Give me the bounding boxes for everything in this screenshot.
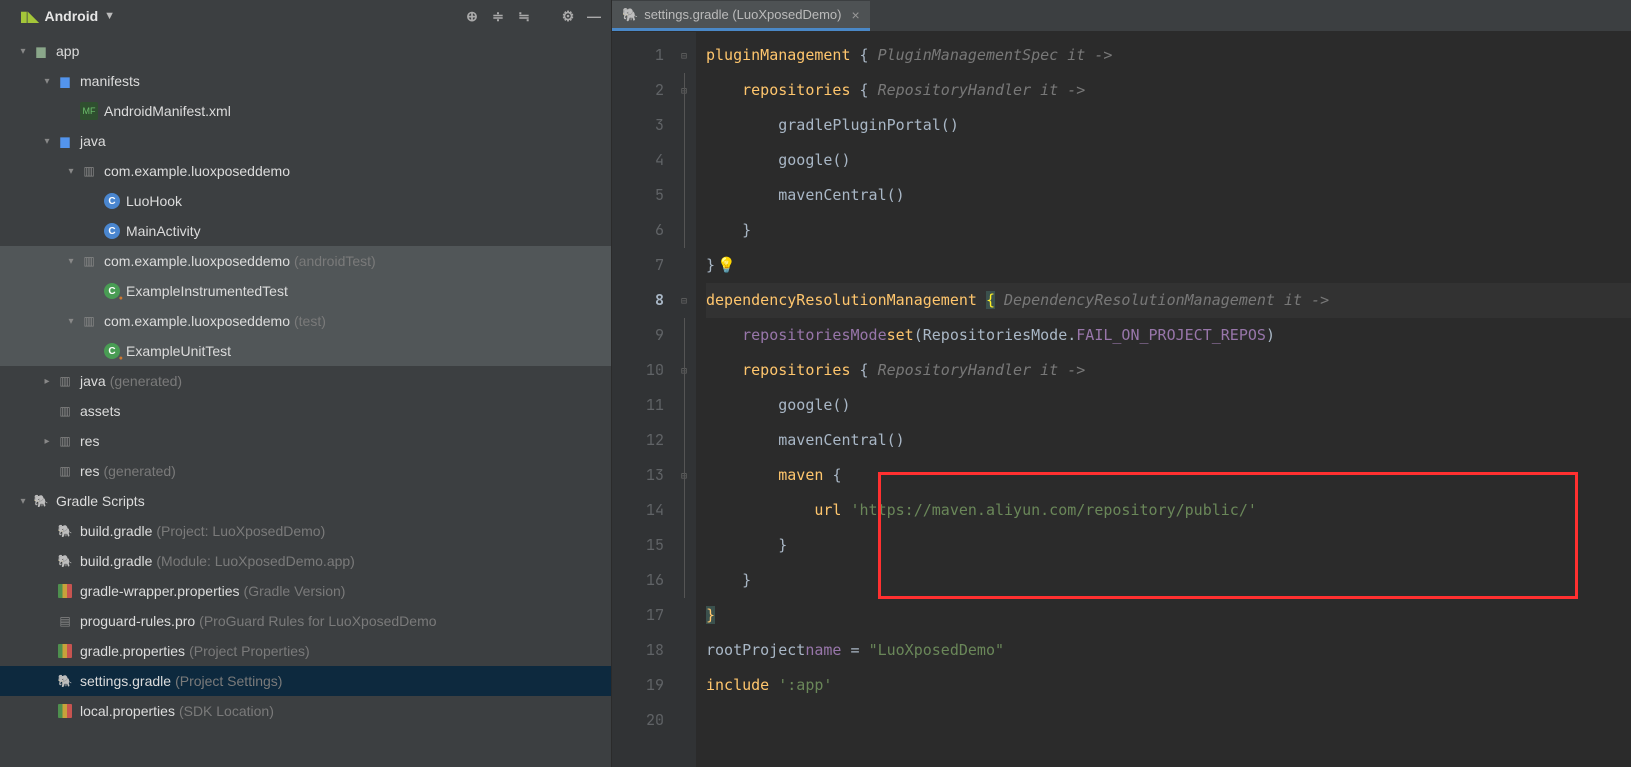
- tab-label: settings.gradle (LuoXposedDemo): [644, 7, 841, 22]
- select-opened-file-icon[interactable]: ⊕: [461, 5, 483, 27]
- fold-handle[interactable]: ⊟: [672, 458, 696, 493]
- file-icon: ▤: [56, 612, 74, 630]
- properties-icon: [56, 642, 74, 660]
- bulb-icon[interactable]: 💡: [717, 256, 736, 274]
- tree-node-app[interactable]: ▾▆app: [0, 36, 611, 66]
- tree-node-local[interactable]: local.properties(SDK Location): [0, 696, 611, 726]
- expand-all-icon[interactable]: ≑: [487, 5, 509, 27]
- tree-node-manifests[interactable]: ▾▆manifests: [0, 66, 611, 96]
- fold-column[interactable]: ⊟ ⊟ ⊟ ⊟ ⊟: [672, 32, 696, 767]
- tree-node-wrapper[interactable]: gradle-wrapper.properties(Gradle Version…: [0, 576, 611, 606]
- tree-node-pkg-main[interactable]: ▾▥com.example.luoxposeddemo: [0, 156, 611, 186]
- tree-node-pkg-androidtest[interactable]: ▾▥com.example.luoxposeddemo(androidTest): [0, 246, 611, 276]
- editor-tabs: 🐘 settings.gradle (LuoXposedDemo) ×: [612, 0, 1631, 32]
- tree-node-build-proj[interactable]: 🐘build.gradle(Project: LuoXposedDemo): [0, 516, 611, 546]
- tab-settings-gradle[interactable]: 🐘 settings.gradle (LuoXposedDemo) ×: [612, 1, 870, 31]
- folder-icon: ▥: [56, 432, 74, 450]
- project-tree[interactable]: ▾▆app ▾▆manifests MFAndroidManifest.xml …: [0, 32, 611, 767]
- code-editor[interactable]: 1 2 3 4 5 6 7 8 9 10 11 12 13 14 15 16 1…: [612, 32, 1631, 767]
- gradle-file-icon: 🐘: [56, 672, 74, 690]
- collapse-all-icon[interactable]: ≒: [513, 5, 535, 27]
- tree-node-pkg-test[interactable]: ▾▥com.example.luoxposeddemo(test): [0, 306, 611, 336]
- class-icon: C: [104, 193, 120, 209]
- tree-node-java-gen[interactable]: ▸▥java(generated): [0, 366, 611, 396]
- project-view-header[interactable]: ▮◣ Android ▼ ⊕ ≑ ≒ ⚙ —: [0, 0, 611, 32]
- fold-handle[interactable]: ⊟: [672, 353, 696, 388]
- gear-icon[interactable]: ⚙: [557, 5, 579, 27]
- test-class-icon: C: [104, 343, 120, 359]
- package-icon: ▥: [80, 312, 98, 330]
- folder-icon: ▆: [56, 132, 74, 150]
- gradle-file-icon: 🐘: [56, 552, 74, 570]
- folder-icon: ▥: [56, 402, 74, 420]
- tree-node-gradle-scripts[interactable]: ▾🐘Gradle Scripts: [0, 486, 611, 516]
- class-icon: C: [104, 223, 120, 239]
- tree-node-manifest-file[interactable]: MFAndroidManifest.xml: [0, 96, 611, 126]
- gradle-icon: 🐘: [32, 492, 50, 510]
- gradle-file-icon: 🐘: [56, 522, 74, 540]
- package-icon: ▥: [80, 252, 98, 270]
- tree-node-proguard[interactable]: ▤proguard-rules.pro(ProGuard Rules for L…: [0, 606, 611, 636]
- properties-icon: [56, 582, 74, 600]
- fold-handle[interactable]: ⊟: [672, 73, 696, 108]
- tree-node-mainactivity[interactable]: CMainActivity: [0, 216, 611, 246]
- android-icon: ▮◣: [20, 8, 38, 25]
- tree-node-luohook[interactable]: CLuoHook: [0, 186, 611, 216]
- gen-folder-icon: ▥: [56, 462, 74, 480]
- view-label: Android: [44, 8, 98, 24]
- tree-node-ex-unit[interactable]: CExampleUnitTest: [0, 336, 611, 366]
- tree-node-ex-inst[interactable]: CExampleInstrumentedTest: [0, 276, 611, 306]
- folder-icon: ▆: [56, 72, 74, 90]
- code-body[interactable]: pluginManagement { PluginManagementSpec …: [696, 32, 1631, 767]
- hide-icon[interactable]: —: [583, 5, 605, 27]
- test-class-icon: C: [104, 283, 120, 299]
- tree-node-build-mod[interactable]: 🐘build.gradle(Module: LuoXposedDemo.app): [0, 546, 611, 576]
- chevron-down-icon: ▼: [104, 10, 115, 22]
- package-icon: ▥: [80, 162, 98, 180]
- close-icon[interactable]: ×: [851, 7, 859, 23]
- manifest-icon: MF: [80, 102, 98, 120]
- tree-node-java[interactable]: ▾▆java: [0, 126, 611, 156]
- tree-node-gradle-props[interactable]: gradle.properties(Project Properties): [0, 636, 611, 666]
- gutter[interactable]: 1 2 3 4 5 6 7 8 9 10 11 12 13 14 15 16 1…: [612, 32, 672, 767]
- gen-folder-icon: ▥: [56, 372, 74, 390]
- module-icon: ▆: [32, 42, 50, 60]
- tree-node-res-gen[interactable]: ▸▥res(generated): [0, 456, 611, 486]
- fold-handle[interactable]: ⊟: [672, 283, 696, 318]
- tree-node-res[interactable]: ▸▥res: [0, 426, 611, 456]
- tree-node-settings[interactable]: 🐘settings.gradle(Project Settings): [0, 666, 611, 696]
- tree-node-assets[interactable]: ▸▥assets: [0, 396, 611, 426]
- gradle-file-icon: 🐘: [622, 7, 638, 23]
- properties-icon: [56, 702, 74, 720]
- fold-handle[interactable]: ⊟: [672, 38, 696, 73]
